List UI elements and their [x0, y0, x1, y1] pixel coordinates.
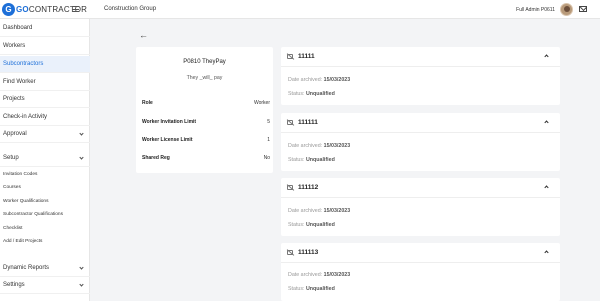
date-archived: Date archived: 15/03/2023	[288, 143, 351, 149]
sidebar-item-subcontractors[interactable]: Subcontractors	[0, 56, 90, 73]
chevron-up-icon[interactable]	[544, 120, 549, 125]
sidebar-item-dashboard[interactable]: Dashboard	[0, 20, 90, 37]
profile-row-shared-reg: Shared Reg No	[142, 155, 270, 161]
archive-panel: 111111 Date archived: 15/03/2023 Status:…	[281, 113, 560, 171]
chevron-down-icon	[79, 155, 84, 160]
user-name[interactable]: Full Admin P0611	[516, 7, 555, 13]
menu-icon[interactable]	[72, 6, 79, 12]
chevron-down-icon	[79, 265, 84, 270]
sidebar-subitem-worker-qualifications[interactable]: Worker Qualifications	[3, 199, 49, 204]
sidebar-item-approval[interactable]: Approval	[0, 126, 90, 143]
sidebar-item-setup[interactable]: Setup	[0, 150, 90, 167]
profile-row-invitation-limit: Worker Invitation Limit 5	[142, 119, 270, 125]
status: Status: Unqualified	[288, 91, 335, 97]
subcontractor-profile-card: P0810 TheyPay They _will_ pay Role Worker…	[136, 47, 273, 173]
chevron-up-icon[interactable]	[544, 250, 549, 255]
back-arrow-icon[interactable]: ←	[139, 30, 148, 40]
mail-icon[interactable]	[579, 6, 587, 12]
profile-subtitle: They _will_ pay	[186, 75, 223, 81]
archive-off-icon	[287, 185, 293, 190]
organization-name: Construction Group	[104, 6, 157, 12]
profile-title: P0810 TheyPay	[183, 59, 226, 65]
sidebar-subitem-invitation-codes[interactable]: Invitation Codes	[3, 172, 37, 177]
logo-icon: G	[2, 3, 15, 16]
chevron-up-icon[interactable]	[544, 185, 549, 190]
archive-off-icon	[287, 250, 293, 255]
profile-row-license-limit: Worker License Limit 1	[142, 137, 270, 143]
top-bar: G GOCONTRACTOR Construction Group Full A…	[0, 0, 600, 19]
archive-panel: 11111 Date archived: 15/03/2023 Status: …	[281, 47, 560, 105]
archive-off-icon	[287, 120, 293, 125]
chevron-down-icon	[79, 131, 84, 136]
archive-off-icon	[287, 54, 293, 59]
sidebar-subitem-add-edit-projects[interactable]: Add / Edit Projects	[3, 239, 42, 244]
date-archived: Date archived: 15/03/2023	[288, 77, 351, 83]
avatar[interactable]	[560, 3, 573, 16]
status: Status: Unqualified	[288, 286, 335, 292]
sidebar-subitem-subcontractor-qualifications[interactable]: Subcontractor Qualifications	[3, 212, 63, 217]
profile-row-role: Role Worker	[142, 100, 270, 106]
sidebar: Dashboard Workers Subcontractors Find Wo…	[0, 19, 90, 301]
sidebar-item-projects[interactable]: Projects	[0, 91, 90, 108]
archive-panel-header[interactable]: 111112	[281, 178, 560, 198]
sidebar-subitem-checklist[interactable]: Checklist	[3, 226, 22, 231]
status: Status: Unqualified	[288, 222, 335, 228]
sidebar-item-workers[interactable]: Workers	[0, 38, 90, 55]
archive-panel: 111112 Date archived: 15/03/2023 Status:…	[281, 178, 560, 236]
archive-panel: 111113 Date archived: 15/03/2023 Status:…	[281, 243, 560, 301]
chevron-up-icon[interactable]	[544, 54, 549, 59]
date-archived: Date archived: 15/03/2023	[288, 208, 351, 214]
archive-panel-header[interactable]: 11111	[281, 47, 560, 67]
sidebar-item-dynamic-reports[interactable]: Dynamic Reports	[0, 260, 90, 277]
status: Status: Unqualified	[288, 157, 335, 163]
sidebar-item-check-in-activity[interactable]: Check-in Activity	[0, 109, 90, 126]
date-archived: Date archived: 15/03/2023	[288, 272, 351, 278]
archive-panel-header[interactable]: 111111	[281, 113, 560, 133]
sidebar-item-find-worker[interactable]: Find Worker	[0, 74, 90, 91]
chevron-down-icon	[79, 282, 84, 287]
sidebar-subitem-courses[interactable]: Courses	[3, 185, 21, 190]
archive-panel-header[interactable]: 111113	[281, 243, 560, 263]
sidebar-item-settings[interactable]: Settings	[0, 277, 90, 294]
